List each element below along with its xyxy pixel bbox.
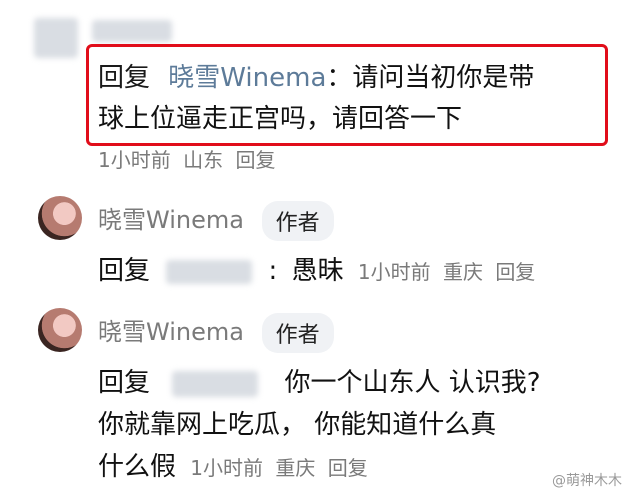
comment3-header: 晓雪Winema 作者	[98, 312, 334, 353]
comment3-author[interactable]: 晓雪Winema	[98, 318, 244, 346]
comment3-line3: 什么假 1小时前 重庆 回复	[98, 446, 368, 483]
reply-label: 回复	[98, 368, 151, 398]
comment1-time: 1小时前	[98, 148, 171, 172]
comment2-location: 重庆	[442, 260, 483, 284]
comment2-time: 1小时前	[357, 260, 431, 284]
comment1-text-line2: 球上位逼走正宫吗，请回答一下	[98, 104, 463, 134]
avatar[interactable]	[38, 196, 82, 240]
comment2-header: 晓雪Winema 作者	[98, 200, 334, 241]
comment3-time: 1小时前	[190, 456, 264, 480]
author-tag: 作者	[261, 313, 334, 353]
comment1-reply-button[interactable]: 回复	[235, 148, 275, 172]
blurred-username	[166, 259, 253, 284]
comment1-line1: 回复 晓雪Winema：请问当初你是带	[98, 57, 534, 94]
reply-to-name[interactable]: 晓雪Winema	[168, 63, 326, 93]
comment3-reply-button[interactable]: 回复	[328, 456, 368, 480]
comment3-line1: 回复 你一个山东人 认识我?	[98, 362, 541, 399]
avatar[interactable]	[38, 308, 82, 352]
comment3-location: 重庆	[275, 456, 316, 480]
reply-label: 回复	[98, 256, 151, 286]
colon: :	[268, 256, 278, 286]
colon: ：	[326, 63, 353, 93]
reply-label: 回复	[98, 63, 151, 93]
author-tag: 作者	[261, 201, 334, 241]
comment3-text-line3: 什么假	[98, 452, 177, 482]
comment3-text-line1: 你一个山东人 认识我?	[284, 368, 541, 398]
comment3-text-line2: 你就靠网上吃瓜， 你能知道什么真	[98, 410, 497, 440]
comment1-meta: 1小时前 山东 回复	[98, 144, 275, 173]
comment2-body: 回复 : 愚昧 1小时前 重庆 回复	[98, 250, 535, 287]
comment1-text-line1: 请问当初你是带	[352, 63, 535, 93]
comment2-reply-button[interactable]: 回复	[495, 260, 535, 284]
blurred-username-top	[92, 20, 172, 42]
comment2-text: 愚昧	[291, 256, 344, 286]
watermark: @萌神木木	[552, 473, 622, 489]
comment1-location: 山东	[183, 148, 224, 172]
blurred-avatar-top	[34, 18, 78, 58]
comment2-author[interactable]: 晓雪Winema	[98, 206, 244, 234]
comment1-line2: 球上位逼走正宫吗，请回答一下	[98, 98, 462, 135]
comment3-line2: 你就靠网上吃瓜， 你能知道什么真	[98, 404, 496, 441]
blurred-username	[172, 370, 259, 397]
